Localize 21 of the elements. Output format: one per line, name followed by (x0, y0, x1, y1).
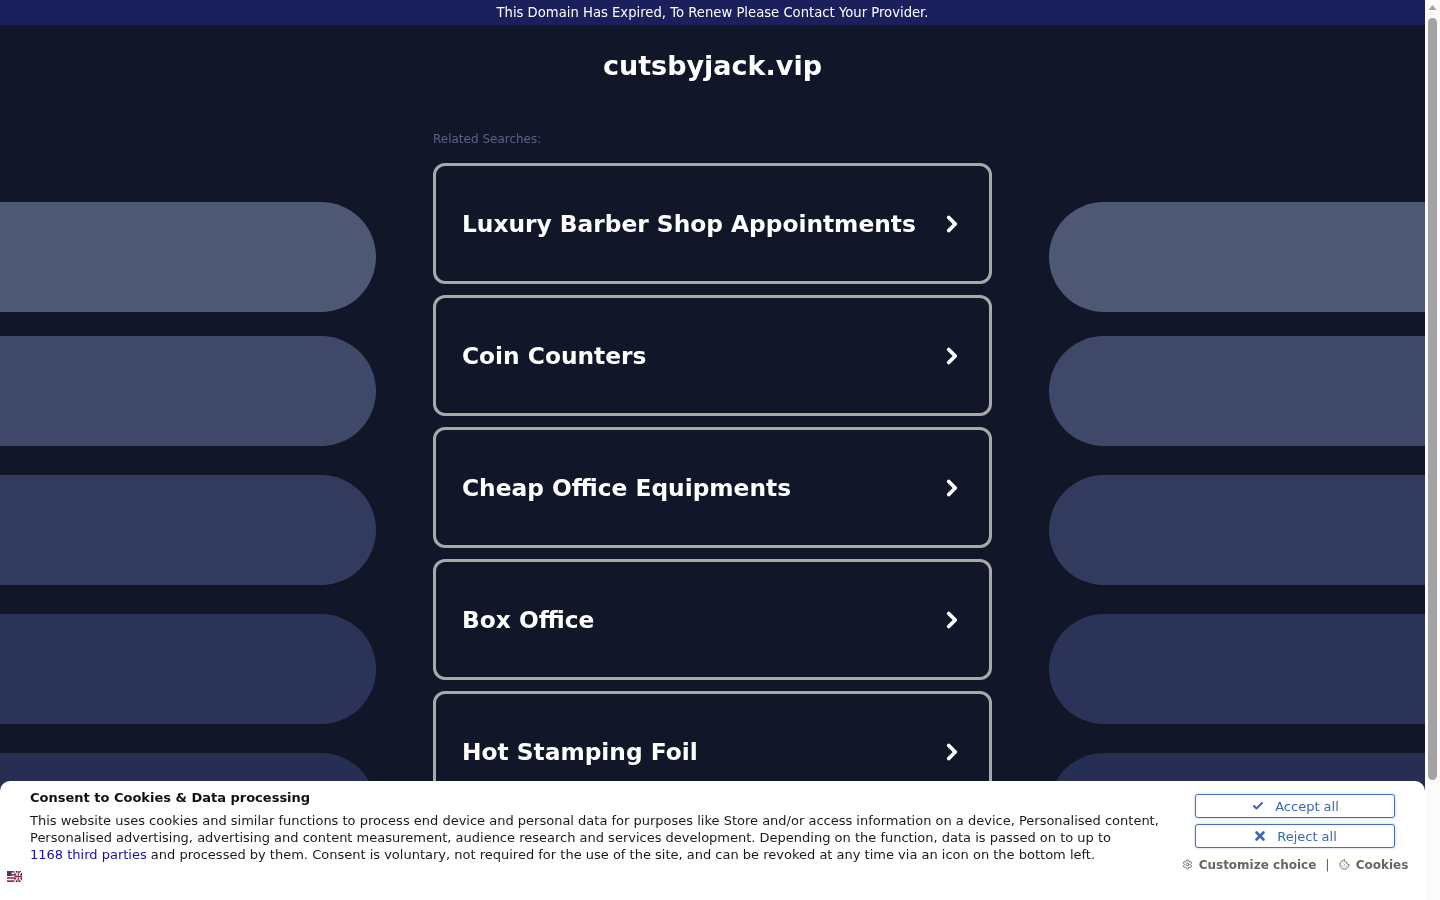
customize-choice-link[interactable]: Customize choice (1198, 857, 1317, 872)
related-search-link[interactable]: Coin Counters (433, 295, 992, 416)
link-separator: | (1324, 857, 1331, 872)
third-parties-link[interactable]: 1168 third parties (30, 847, 147, 862)
cookies-link[interactable]: Cookies (1355, 857, 1409, 872)
domain-title: cutsbyjack.vip (603, 49, 822, 83)
related-search-link[interactable]: Luxury Barber Shop Appointments (433, 163, 992, 284)
related-search-link[interactable]: Box Office (433, 559, 992, 680)
related-searches-label: Related Searches: (433, 131, 542, 147)
close-icon (1253, 829, 1268, 843)
expiry-message: This Domain Has Expired, To Renew Please Contact Your Provider. (496, 5, 929, 20)
flag-icon[interactable] (7, 871, 22, 882)
consent-text: This website uses cookies and similar functions to process end device and personal data for purposes like Store and/or access information on a device, Personalised content, Personalised advertising, advertising and content measurement, audience research and services development. Depending on the function, data is passed on to up to 1168 third parties and processed by them. Consent is voluntary, not required for the use of the site, and can be revoked at any time via an icon on the bottom left. (30, 812, 1160, 863)
cookie-icon (1338, 859, 1350, 870)
settings-icon (1181, 859, 1193, 870)
accept-all-button[interactable]: Accept all (1195, 794, 1395, 818)
scrollbar[interactable] (1425, 0, 1440, 900)
reject-all-button[interactable]: Reject all (1195, 824, 1395, 848)
check-icon (1251, 800, 1266, 812)
related-search-link[interactable]: Cheap Office Equipments (433, 427, 992, 548)
consent-title: Consent to Cookies & Data processing (30, 789, 311, 806)
